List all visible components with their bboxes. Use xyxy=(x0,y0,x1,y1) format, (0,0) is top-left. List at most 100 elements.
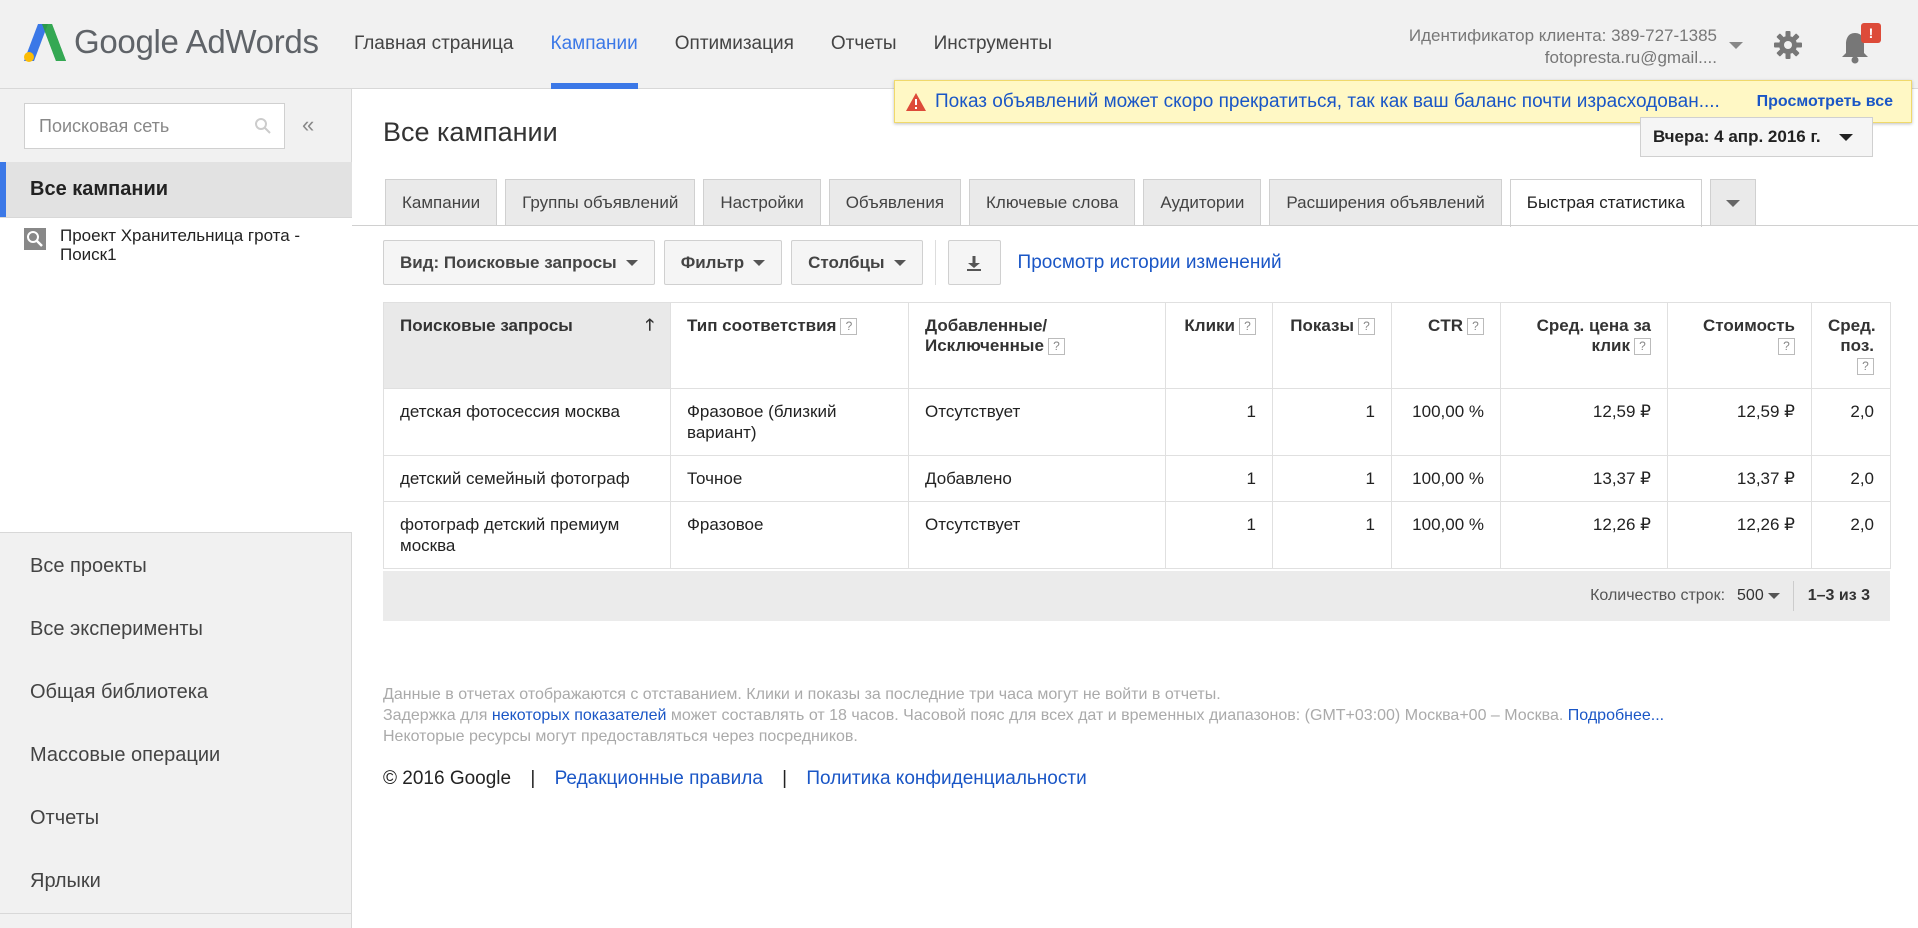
chevron-down-icon[interactable] xyxy=(1767,593,1780,599)
col-header-search-terms[interactable]: Поисковые запросы 🡑 xyxy=(383,302,671,389)
cell-clicks: 1 xyxy=(1165,455,1273,502)
help-icon[interactable]: ? xyxy=(1467,318,1484,335)
rows-per-page-select[interactable]: 500 xyxy=(1737,587,1764,605)
tab-audiences[interactable]: Аудитории xyxy=(1143,179,1262,226)
more-tabs-button[interactable] xyxy=(1709,179,1756,226)
col-header-match-type[interactable]: Тип соответствия? xyxy=(670,302,909,389)
filter-dropdown-button[interactable]: Фильтр xyxy=(663,240,783,285)
campaign-tree: Проект Хранительница грота - Поиск1 xyxy=(0,217,352,533)
col-header-added-excluded[interactable]: Добавленные/ Исключенные? xyxy=(908,302,1166,389)
cell-added-excluded: Отсутствует xyxy=(908,388,1166,456)
privacy-policy-link[interactable]: Политика конфиденциальности xyxy=(806,768,1086,789)
col-header-label: Клики xyxy=(1184,316,1235,335)
col-header-label: Добавленные/ Исключенные xyxy=(925,316,1048,355)
sidebar-item-all-experiments[interactable]: Все эксперименты xyxy=(0,598,352,661)
learn-more-link[interactable]: Подробнее... xyxy=(1568,707,1664,724)
account-dropdown-icon[interactable] xyxy=(1729,42,1743,49)
cell-avg-cpc: 13,37 ₽ xyxy=(1500,455,1668,502)
footer-separator: | xyxy=(782,768,788,789)
col-header-label: Стоимость xyxy=(1703,316,1795,335)
cell-ctr: 100,00 % xyxy=(1391,501,1501,569)
cell-search-term: фотограф детский премиум москва xyxy=(383,501,671,569)
sidebar-item-bulk-operations[interactable]: Массовые операции xyxy=(0,724,352,787)
col-header-label: Поисковые запросы xyxy=(400,316,573,335)
sidebar-search-placeholder: Поисковая сеть xyxy=(39,115,170,136)
tab-ad-extensions[interactable]: Расширения объявлений xyxy=(1269,179,1502,226)
notes-line-3: Некоторые ресурсы могут предоставляться … xyxy=(383,728,858,745)
help-icon[interactable]: ? xyxy=(1358,318,1375,335)
sort-ascending-icon[interactable]: 🡑 xyxy=(646,316,654,336)
tab-settings[interactable]: Настройки xyxy=(703,179,821,226)
col-header-avg-pos[interactable]: Сред. поз.? xyxy=(1811,302,1891,389)
some-metrics-link[interactable]: некоторых показателей xyxy=(492,707,667,724)
cell-match-type: Фразовое xyxy=(670,501,909,569)
editorial-policy-link[interactable]: Редакционные правила xyxy=(555,768,763,789)
cell-match-type: Точное xyxy=(670,455,909,502)
table-row[interactable]: детский семейный фотограф Точное Добавле… xyxy=(383,455,1891,502)
tab-quick-stats[interactable]: Быстрая статистика xyxy=(1509,179,1702,227)
date-range-picker[interactable]: Вчера: 4 апр. 2016 г. xyxy=(1640,117,1873,157)
collapse-sidebar-icon[interactable]: « xyxy=(302,112,314,138)
help-icon[interactable]: ? xyxy=(1239,318,1256,335)
col-header-avg-cpc[interactable]: Сред. цена за клик? xyxy=(1500,302,1668,389)
nav-home[interactable]: Главная страница xyxy=(354,0,514,89)
notes-line-1: Данные в отчетах отображаются с отставан… xyxy=(383,686,1221,703)
help-icon[interactable]: ? xyxy=(1857,358,1874,375)
sidebar-item-reports[interactable]: Отчеты xyxy=(0,787,352,850)
col-header-label: Тип соответствия xyxy=(687,316,837,335)
table-row[interactable]: фотограф детский премиум москва Фразовое… xyxy=(383,501,1891,569)
cell-clicks: 1 xyxy=(1165,388,1273,456)
sidebar-menu: Все проекты Все эксперименты Общая библи… xyxy=(0,535,352,913)
search-icon[interactable] xyxy=(254,117,272,135)
col-header-label: Сред. поз. xyxy=(1828,316,1876,355)
cell-cost: 12,59 ₽ xyxy=(1667,388,1812,456)
warning-text[interactable]: Показ объявлений может скоро прекратитьс… xyxy=(935,91,1720,113)
help-icon[interactable]: ? xyxy=(1047,338,1065,355)
campaign-name: Проект Хранительница грота - Поиск1 xyxy=(60,226,301,264)
filter-label: Фильтр xyxy=(680,252,745,272)
campaign-tree-item[interactable]: Проект Хранительница грота - Поиск1 xyxy=(24,226,332,264)
view-dropdown-label: Вид: Поисковые запросы xyxy=(400,252,617,272)
nav-reports[interactable]: Отчеты xyxy=(831,0,897,89)
help-icon[interactable]: ? xyxy=(1634,338,1651,355)
columns-dropdown-button[interactable]: Столбцы xyxy=(791,240,923,285)
gear-icon[interactable] xyxy=(1773,30,1803,60)
sidebar-search-input[interactable]: Поисковая сеть xyxy=(24,103,285,149)
cell-impressions: 1 xyxy=(1272,501,1392,569)
cell-avg-pos: 2,0 xyxy=(1811,388,1891,456)
help-icon[interactable]: ? xyxy=(840,318,858,335)
pager-divider xyxy=(1792,581,1794,611)
tab-ads[interactable]: Объявления xyxy=(828,179,962,226)
sidebar-item-all-campaigns[interactable]: Все кампании xyxy=(0,162,352,217)
nav-tools[interactable]: Инструменты xyxy=(934,0,1052,89)
change-history-link[interactable]: Просмотр истории изменений xyxy=(1018,252,1282,274)
footer-separator: | xyxy=(530,768,536,789)
help-icon[interactable]: ? xyxy=(1778,338,1795,355)
tab-keywords[interactable]: Ключевые слова xyxy=(969,179,1136,226)
sidebar-item-all-projects[interactable]: Все проекты xyxy=(0,535,352,598)
cell-search-term: детский семейный фотограф xyxy=(383,455,671,502)
sidebar-divider xyxy=(0,913,352,914)
col-header-label: CTR xyxy=(1428,316,1463,335)
nav-optimization[interactable]: Оптимизация xyxy=(675,0,794,89)
col-header-cost[interactable]: Стоимость? xyxy=(1667,302,1812,389)
col-header-ctr[interactable]: CTR? xyxy=(1391,302,1501,389)
view-all-link[interactable]: Просмотреть все xyxy=(1757,93,1893,111)
chevron-down-icon xyxy=(625,259,638,266)
tab-ad-groups[interactable]: Группы объявлений xyxy=(505,179,696,226)
table-row[interactable]: детская фотосессия москва Фразовое (близ… xyxy=(383,388,1891,456)
footer: © 2016 Google | Редакционные правила | П… xyxy=(383,768,1087,790)
notification-badge[interactable]: ! xyxy=(1861,23,1881,43)
nav-campaigns[interactable]: Кампании xyxy=(550,0,639,89)
sidebar-item-shared-library[interactable]: Общая библиотека xyxy=(0,661,352,724)
account-info[interactable]: Идентификатор клиента: 389-727-1385 foto… xyxy=(1409,25,1717,69)
row-range: 1–3 из 3 xyxy=(1807,587,1870,604)
cell-match-type: Фразовое (близкий вариант) xyxy=(670,388,909,456)
col-header-clicks[interactable]: Клики? xyxy=(1165,302,1273,389)
adwords-logo[interactable]: Google AdWords xyxy=(24,20,319,64)
col-header-impressions[interactable]: Показы? xyxy=(1272,302,1392,389)
download-button[interactable] xyxy=(947,240,1001,285)
sidebar-item-labels[interactable]: Ярлыки xyxy=(0,850,352,913)
tab-campaigns[interactable]: Кампании xyxy=(385,179,498,226)
view-dropdown-button[interactable]: Вид: Поисковые запросы xyxy=(383,240,655,285)
